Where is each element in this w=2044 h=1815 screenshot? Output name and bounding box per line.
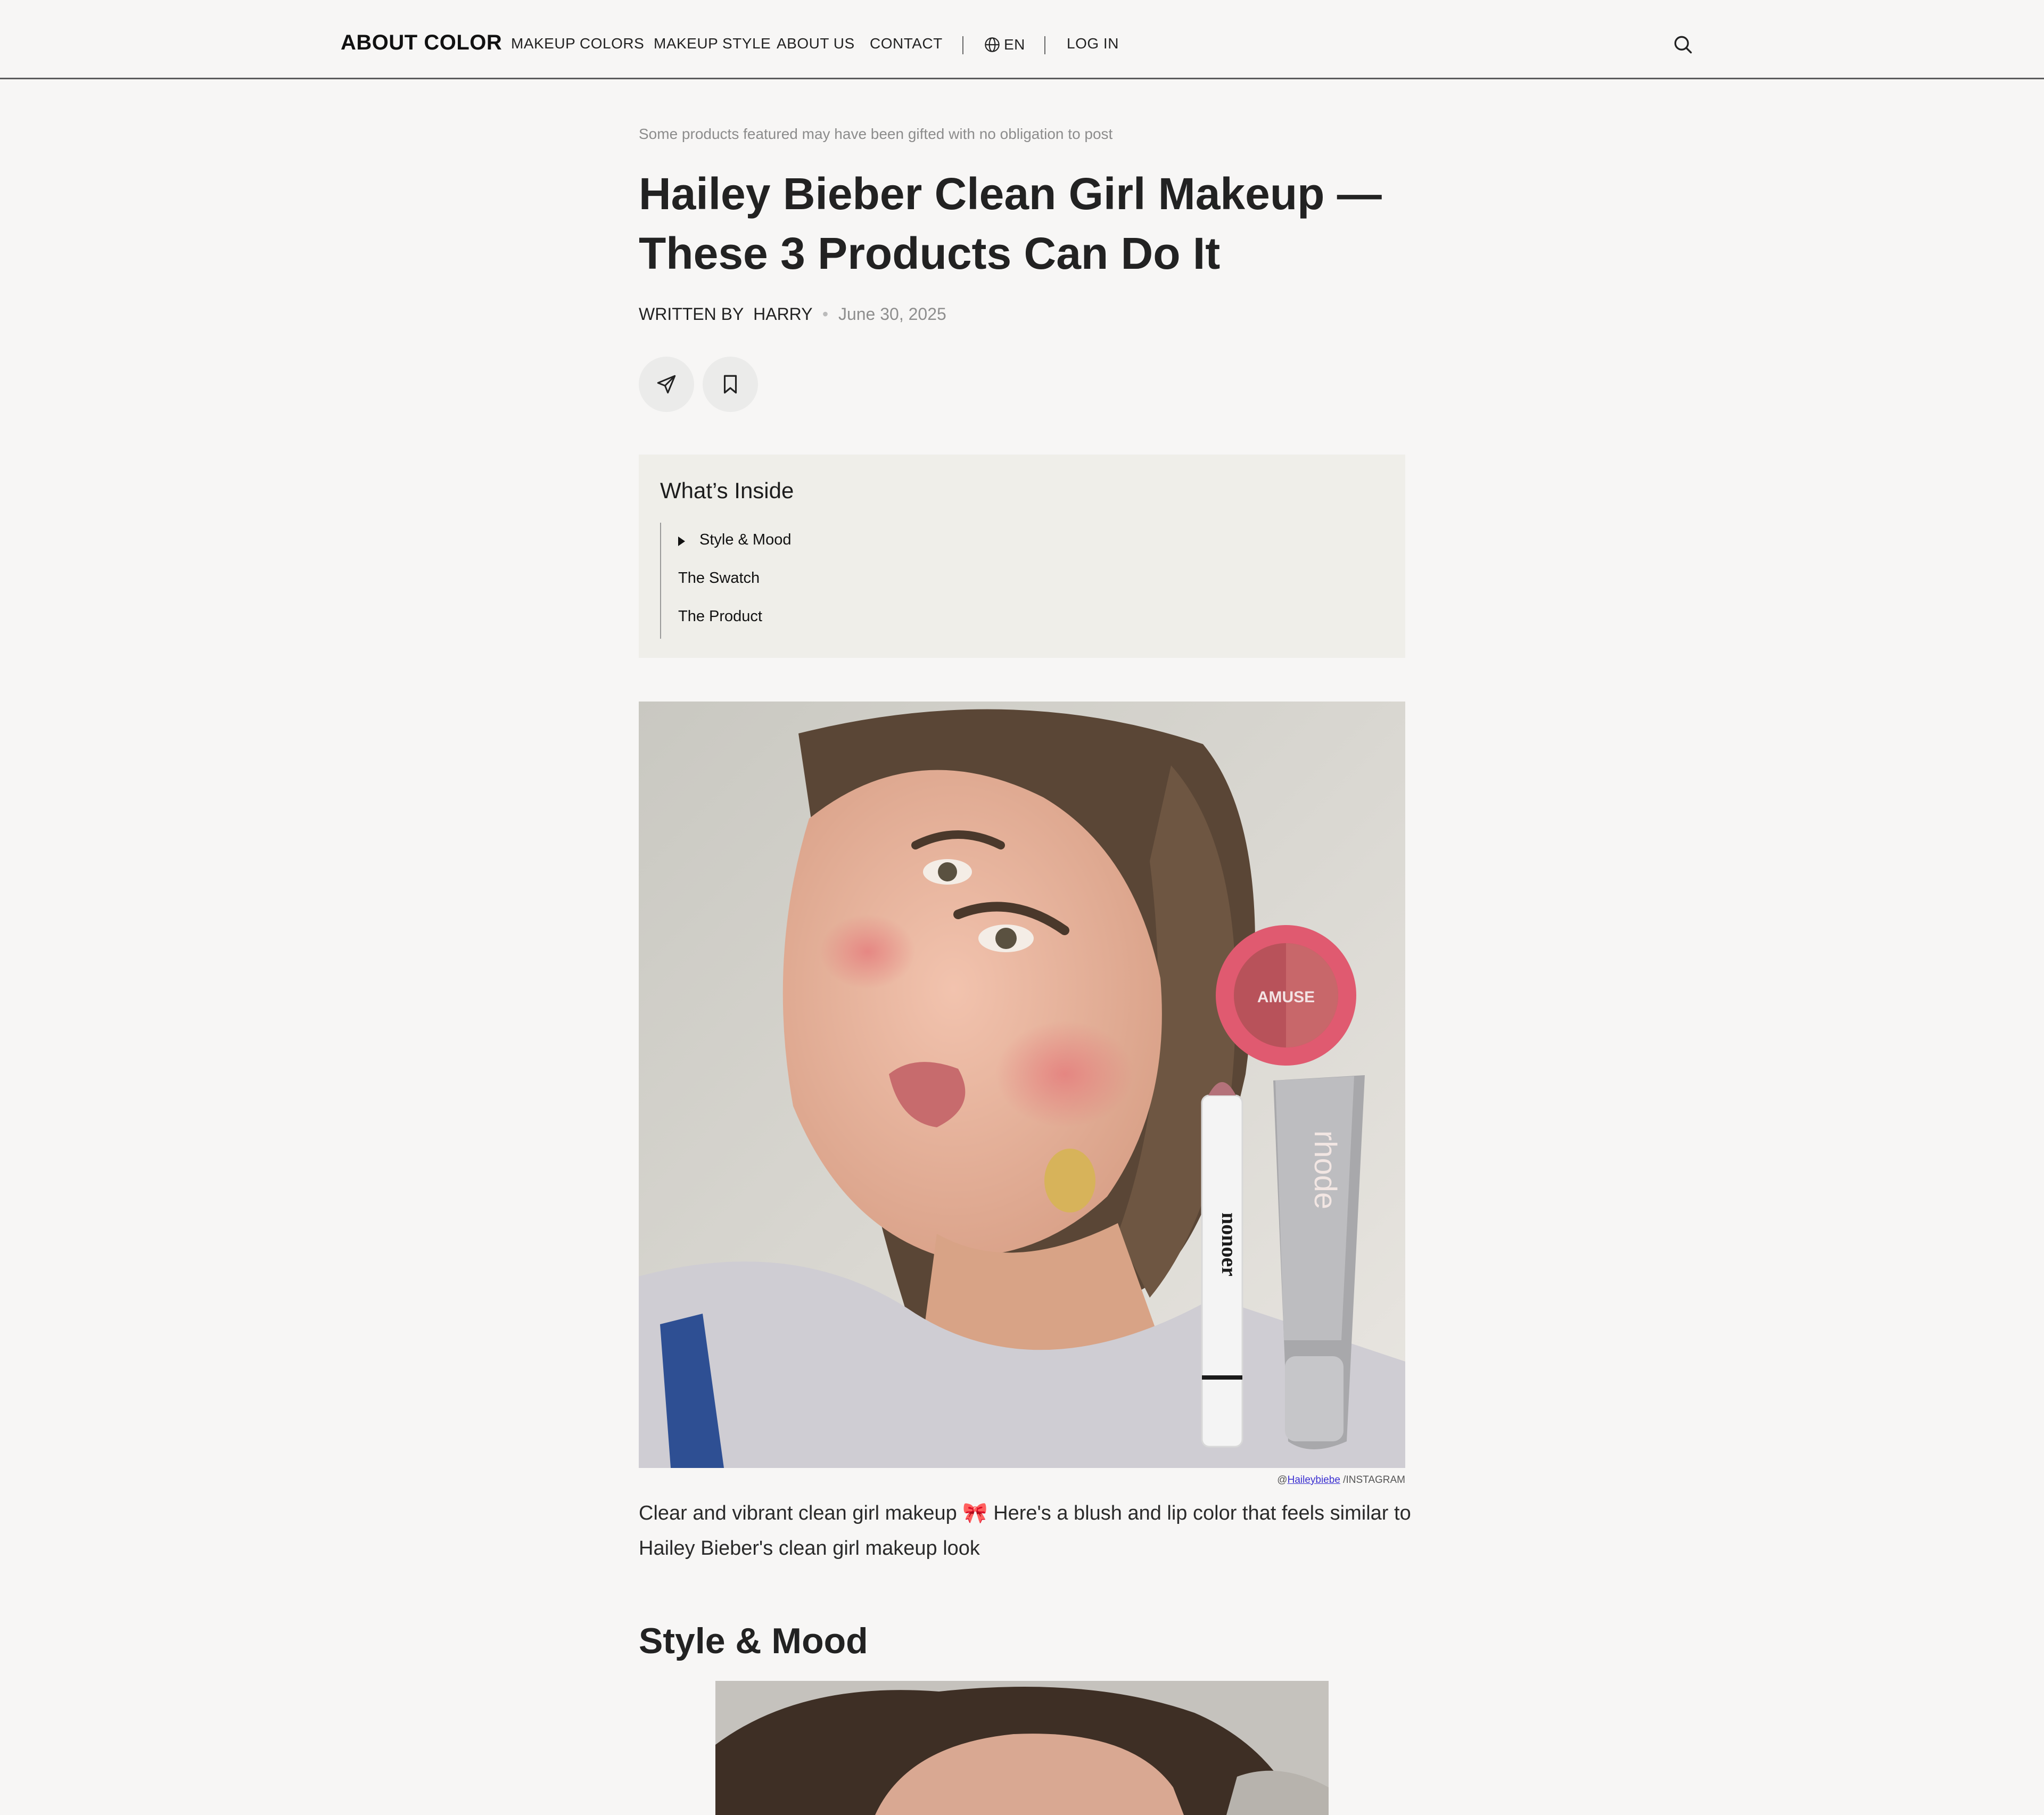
active-arrow-icon (678, 537, 685, 546)
search-icon (1674, 36, 1692, 54)
toc-item-style-mood[interactable]: Style & Mood (699, 531, 791, 549)
section-heading-style-mood: Style & Mood (639, 1621, 868, 1661)
language-label: EN (1004, 36, 1025, 53)
nav-divider (962, 36, 963, 54)
bookmark-icon (723, 375, 737, 394)
search-button[interactable] (1671, 33, 1695, 56)
author-name[interactable]: HARRY (753, 304, 812, 324)
rhode-label: rhode (1308, 1131, 1342, 1209)
nav-contact[interactable]: CONTACT (870, 35, 943, 52)
site-logo[interactable]: ABOUT COLOR (341, 31, 502, 55)
image-credit: @Haileybiebe /INSTAGRAM (1277, 1474, 1405, 1486)
nonoer-label: nonoer (1217, 1212, 1241, 1276)
style-mood-image (715, 1681, 1329, 1815)
share-button[interactable] (639, 357, 694, 412)
nav-divider (1044, 36, 1045, 54)
intro-paragraph: Clear and vibrant clean girl makeup 🎀 He… (639, 1502, 1411, 1560)
gifted-disclaimer: Some products featured may have been gif… (639, 126, 1113, 142)
globe-icon (985, 37, 1000, 52)
site-header: ABOUT COLOR MAKEUP COLORS MAKEUP STYLE A… (0, 0, 2044, 79)
nav-makeup-style[interactable]: MAKEUP STYLE (654, 35, 771, 52)
toc-title: What’s Inside (660, 478, 794, 503)
login-link[interactable]: LOG IN (1067, 35, 1119, 52)
table-of-contents: What’s Inside Style & Mood The Swatch Th… (639, 455, 1405, 658)
hero-image: AMUSE nonoer rhode (639, 702, 1405, 1468)
article-title: Hailey Bieber Clean Girl Makeup — These … (639, 169, 1382, 278)
bookmark-button[interactable] (703, 357, 758, 412)
style-mood-illustration (715, 1681, 1329, 1815)
credit-link[interactable]: Haileybiebe (1288, 1474, 1340, 1486)
byline-prefix: WRITTEN BY (639, 304, 744, 324)
byline: WRITTEN BY HARRY • June 30, 2025 (639, 304, 946, 324)
toc-item-product[interactable]: The Product (678, 608, 762, 625)
hero-illustration: AMUSE nonoer rhode (639, 702, 1405, 1468)
publish-date: June 30, 2025 (838, 304, 946, 324)
toc-item-swatch[interactable]: The Swatch (678, 570, 760, 587)
toc-rail (660, 523, 661, 639)
nav-makeup-colors[interactable]: MAKEUP COLORS (511, 35, 644, 52)
amuse-label: AMUSE (1257, 988, 1315, 1006)
share-icon (657, 375, 676, 394)
language-selector[interactable]: EN (984, 34, 1025, 55)
nav-about-us[interactable]: ABOUT US (777, 35, 855, 52)
